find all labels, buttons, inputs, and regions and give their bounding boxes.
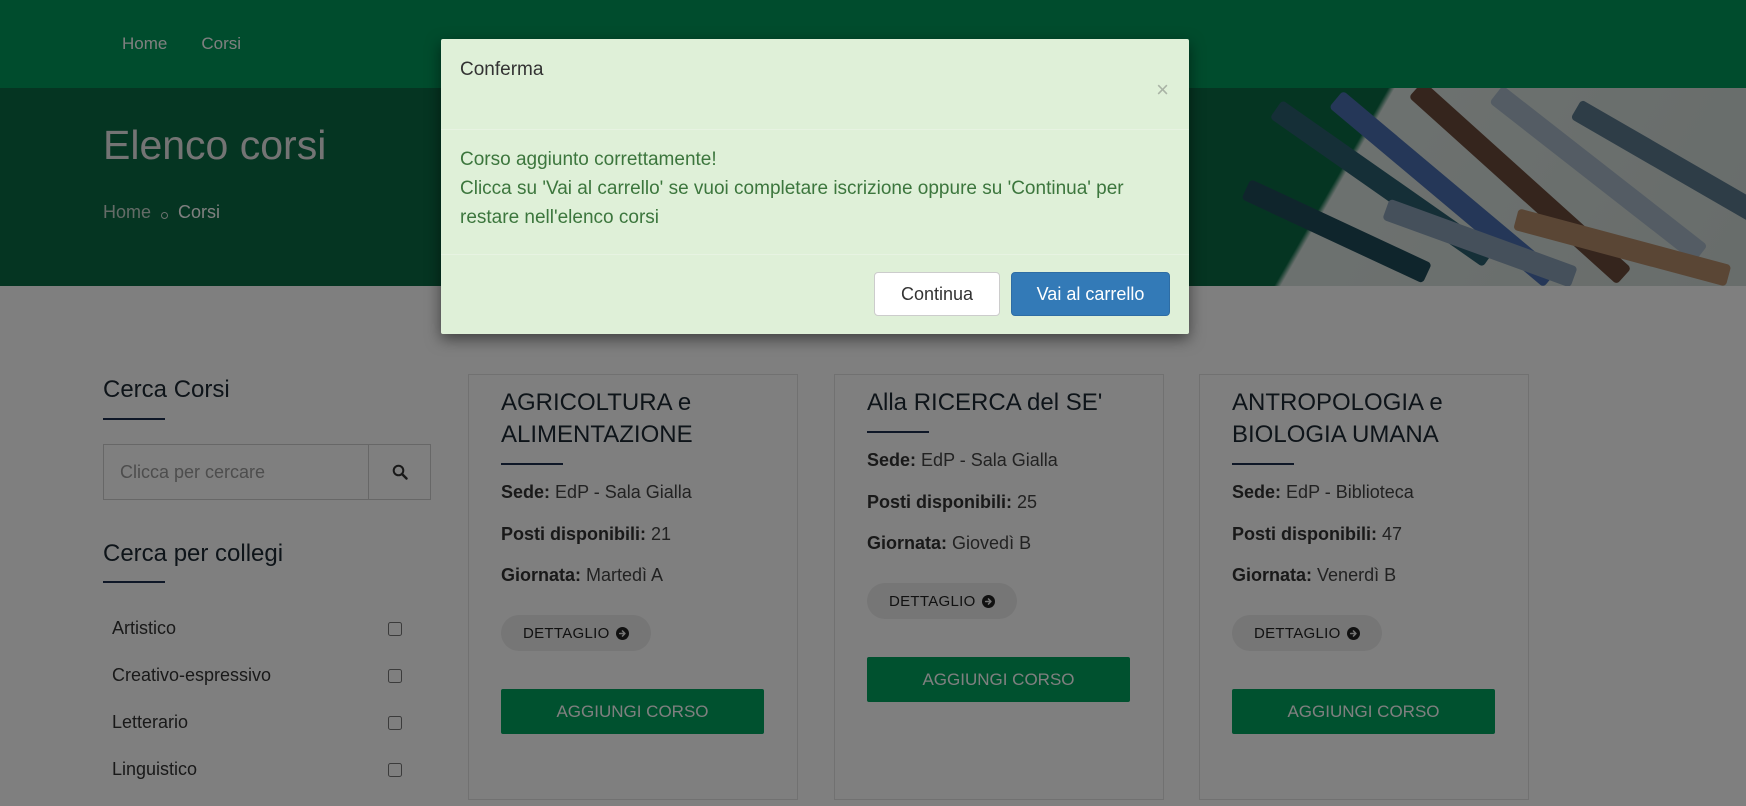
go-to-cart-button[interactable]: Vai al carrello: [1011, 272, 1170, 316]
modal-message-success: Corso aggiunto correttamente!: [460, 149, 717, 170]
modal-title: Conferma: [460, 59, 544, 80]
modal-body: Corso aggiunto correttamente! Clicca su …: [460, 145, 1170, 232]
modal-footer: Continua Vai al carrello: [441, 254, 1189, 335]
modal-header: Conferma ×: [441, 39, 1189, 130]
continue-button[interactable]: Continua: [874, 272, 1000, 316]
close-icon[interactable]: ×: [1156, 79, 1169, 101]
confirm-modal: Conferma × Corso aggiunto correttamente!…: [441, 39, 1189, 334]
modal-message-instructions: Clicca su 'Vai al carrello' se vuoi comp…: [460, 178, 1124, 228]
